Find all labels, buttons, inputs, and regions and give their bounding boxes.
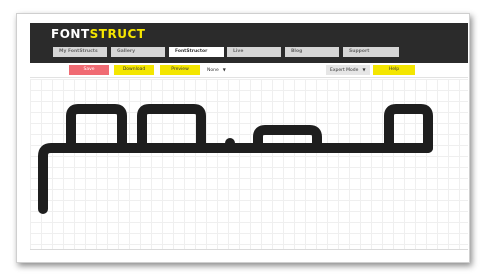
chevron-down-icon: ▼ xyxy=(362,67,366,72)
tab-gallery[interactable]: Gallery xyxy=(111,47,165,57)
glyph-drawing xyxy=(38,104,433,214)
app-window: FONTSTRUCT My FontStructs Gallery FontSt… xyxy=(16,13,470,263)
logo-text-part1: FONT xyxy=(51,27,90,41)
save-button[interactable]: Save xyxy=(69,65,109,75)
logo-text-part2: STRUCT xyxy=(89,27,146,41)
tab-support[interactable]: Support xyxy=(343,47,399,57)
tab-fontstructor[interactable]: FontStructor xyxy=(169,47,224,57)
glyph-dot xyxy=(225,138,235,148)
download-button[interactable]: Download xyxy=(114,65,154,75)
fontstruct-logo[interactable]: FONTSTRUCT xyxy=(51,28,145,40)
glyph-editor-canvas[interactable] xyxy=(30,79,468,249)
tab-live[interactable]: Live xyxy=(227,47,281,57)
help-button[interactable]: Help xyxy=(373,65,415,75)
chevron-down-icon: ▼ xyxy=(222,67,226,72)
font-select-value: None xyxy=(207,68,219,73)
glyph-stroke xyxy=(137,104,206,153)
glyph-stroke xyxy=(384,104,433,153)
glyph-stroke xyxy=(38,143,433,214)
font-select[interactable]: None ▼ xyxy=(207,65,237,75)
site-header: FONTSTRUCT My FontStructs Gallery FontSt… xyxy=(30,23,468,63)
mode-select-value: Expert Mode xyxy=(330,68,359,73)
editor-toolbar: Save Download Preview None ▼ Expert Mode ▼… xyxy=(30,63,468,78)
divider xyxy=(30,249,468,250)
glyph-stroke xyxy=(66,104,127,153)
tab-blog[interactable]: Blog xyxy=(285,47,339,57)
tab-my-fontstructs[interactable]: My FontStructs xyxy=(53,47,107,57)
preview-button[interactable]: Preview xyxy=(160,65,200,75)
mode-select[interactable]: Expert Mode ▼ xyxy=(326,65,370,75)
